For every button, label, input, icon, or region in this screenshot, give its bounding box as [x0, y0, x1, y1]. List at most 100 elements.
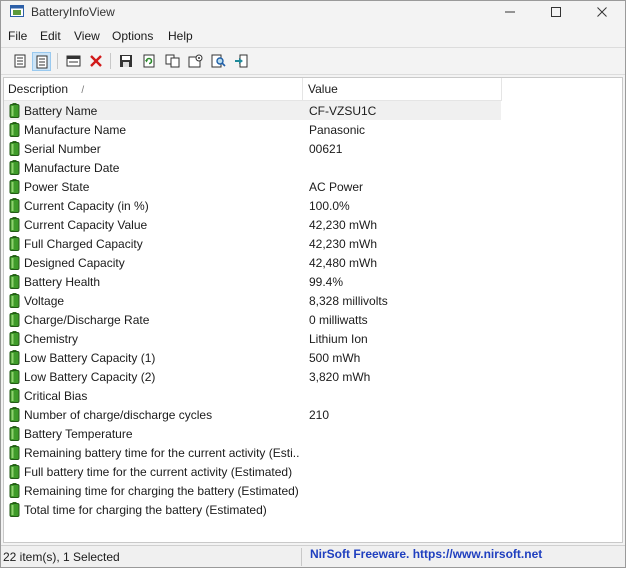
- battery-info-list[interactable]: Description / Value Battery Name CF-VZSU1…: [3, 77, 623, 543]
- title-bar[interactable]: BatteryInfoView: [1, 1, 625, 23]
- close-button[interactable]: [579, 1, 625, 23]
- column-header-description[interactable]: Description /: [8, 78, 84, 100]
- value-cell: 42,480 mWh: [309, 256, 378, 270]
- table-row[interactable]: Chemistry Lithium Ion: [4, 329, 622, 348]
- toolbar-separator: [110, 53, 111, 69]
- battery-icon: [9, 103, 20, 118]
- battery-icon: [9, 312, 20, 327]
- menu-options[interactable]: Options: [112, 29, 153, 43]
- maximize-icon: [551, 7, 561, 17]
- table-row[interactable]: Full Charged Capacity 42,230 mWh: [4, 234, 622, 253]
- refresh-icon: [143, 54, 155, 68]
- description-cell: Power State: [24, 180, 90, 194]
- toolbar-separator: [57, 53, 58, 69]
- close-icon: [597, 7, 607, 17]
- table-row[interactable]: Remaining battery time for the current a…: [4, 443, 622, 462]
- description-cell: Full Charged Capacity: [24, 237, 143, 251]
- options-icon: [188, 54, 202, 68]
- column-header-value[interactable]: Value: [308, 78, 338, 100]
- menu-bar: File Edit View Options Help: [1, 25, 625, 45]
- battery-icon: [9, 179, 20, 194]
- properties-window-button[interactable]: [64, 52, 82, 70]
- description-cell: Total time for charging the battery (Est…: [24, 503, 267, 517]
- value-cell: 0 milliwatts: [309, 313, 368, 327]
- menu-view[interactable]: View: [74, 29, 100, 43]
- table-row[interactable]: Battery Name CF-VZSU1C: [4, 101, 622, 120]
- maximize-button[interactable]: [533, 1, 579, 23]
- description-cell: Battery Temperature: [24, 427, 133, 441]
- table-row[interactable]: Critical Bias: [4, 386, 622, 405]
- delete-button[interactable]: [87, 52, 105, 70]
- item-count-status: 22 item(s), 1 Selected: [3, 550, 120, 564]
- table-row[interactable]: Current Capacity (in %) 100.0%: [4, 196, 622, 215]
- copy-button[interactable]: [163, 52, 181, 70]
- battery-icon: [9, 217, 20, 232]
- value-cell: 42,230 mWh: [309, 218, 378, 232]
- table-row[interactable]: Manufacture Date: [4, 158, 622, 177]
- value-cell: 3,820 mWh: [309, 370, 371, 384]
- battery-icon: [9, 274, 20, 289]
- battery-icon: [9, 331, 20, 346]
- options-button[interactable]: [186, 52, 204, 70]
- table-row[interactable]: Low Battery Capacity (2) 3,820 mWh: [4, 367, 622, 386]
- description-cell: Manufacture Date: [24, 161, 120, 175]
- table-row[interactable]: Charge/Discharge Rate 0 milliwatts: [4, 310, 622, 329]
- value-cell: 8,328 millivolts: [309, 294, 388, 308]
- html-report-button[interactable]: [11, 52, 29, 70]
- minimize-icon: [505, 11, 515, 13]
- html-report-icon: [14, 54, 26, 68]
- table-row[interactable]: Designed Capacity 42,480 mWh: [4, 253, 622, 272]
- value-cell: 500 mWh: [309, 351, 361, 365]
- menu-help[interactable]: Help: [168, 29, 193, 43]
- description-cell: Full battery time for the current activi…: [24, 465, 293, 479]
- table-row[interactable]: Low Battery Capacity (1) 500 mWh: [4, 348, 622, 367]
- table-row[interactable]: Current Capacity Value 42,230 mWh: [4, 215, 622, 234]
- battery-icon: [9, 483, 20, 498]
- details-view-button[interactable]: [32, 52, 51, 71]
- battery-icon: [9, 407, 20, 422]
- refresh-button[interactable]: [140, 52, 158, 70]
- menu-edit[interactable]: Edit: [40, 29, 61, 43]
- exit-button[interactable]: [232, 52, 250, 70]
- battery-icon: [9, 198, 20, 213]
- table-row[interactable]: Voltage 8,328 millivolts: [4, 291, 622, 310]
- description-cell: Charge/Discharge Rate: [24, 313, 150, 327]
- description-cell: Battery Name: [24, 104, 98, 118]
- toolbar: [1, 47, 625, 75]
- description-cell: Battery Health: [24, 275, 101, 289]
- description-cell: Low Battery Capacity (1): [24, 351, 156, 365]
- table-row[interactable]: Number of charge/discharge cycles 210: [4, 405, 622, 424]
- find-button[interactable]: [209, 52, 227, 70]
- battery-icon: [9, 388, 20, 403]
- description-cell: Designed Capacity: [24, 256, 125, 270]
- battery-icon: [9, 445, 20, 460]
- nirsoft-link[interactable]: NirSoft Freeware. https://www.nirsoft.ne…: [310, 547, 542, 561]
- description-cell: Voltage: [24, 294, 65, 308]
- description-cell: Low Battery Capacity (2): [24, 370, 156, 384]
- value-cell: 00621: [309, 142, 343, 156]
- table-row[interactable]: Battery Health 99.4%: [4, 272, 622, 291]
- table-row[interactable]: Total time for charging the battery (Est…: [4, 500, 622, 519]
- sort-indicator: /: [81, 85, 85, 96]
- value-cell: CF-VZSU1C: [309, 104, 377, 118]
- app-window: BatteryInfoView File Edit View Options H…: [0, 0, 626, 568]
- value-cell: Panasonic: [309, 123, 366, 137]
- table-row[interactable]: Battery Temperature: [4, 424, 622, 443]
- column-divider[interactable]: [302, 78, 303, 100]
- status-bar: 22 item(s), 1 Selected NirSoft Freeware.…: [1, 545, 625, 567]
- table-row[interactable]: Power State AC Power: [4, 177, 622, 196]
- properties-window-icon: [66, 55, 80, 67]
- table-row[interactable]: Remaining time for charging the battery …: [4, 481, 622, 500]
- battery-icon: [9, 464, 20, 479]
- description-cell: Current Capacity (in %): [24, 199, 149, 213]
- description-cell: Remaining battery time for the current a…: [24, 446, 300, 460]
- minimize-button[interactable]: [487, 1, 533, 23]
- table-row[interactable]: Full battery time for the current activi…: [4, 462, 622, 481]
- value-cell: Lithium Ion: [309, 332, 368, 346]
- save-button[interactable]: [117, 52, 135, 70]
- table-row[interactable]: Serial Number 00621: [4, 139, 622, 158]
- column-divider[interactable]: [501, 78, 502, 100]
- description-cell: Current Capacity Value: [24, 218, 148, 232]
- menu-file[interactable]: File: [8, 29, 27, 43]
- table-row[interactable]: Manufacture Name Panasonic: [4, 120, 622, 139]
